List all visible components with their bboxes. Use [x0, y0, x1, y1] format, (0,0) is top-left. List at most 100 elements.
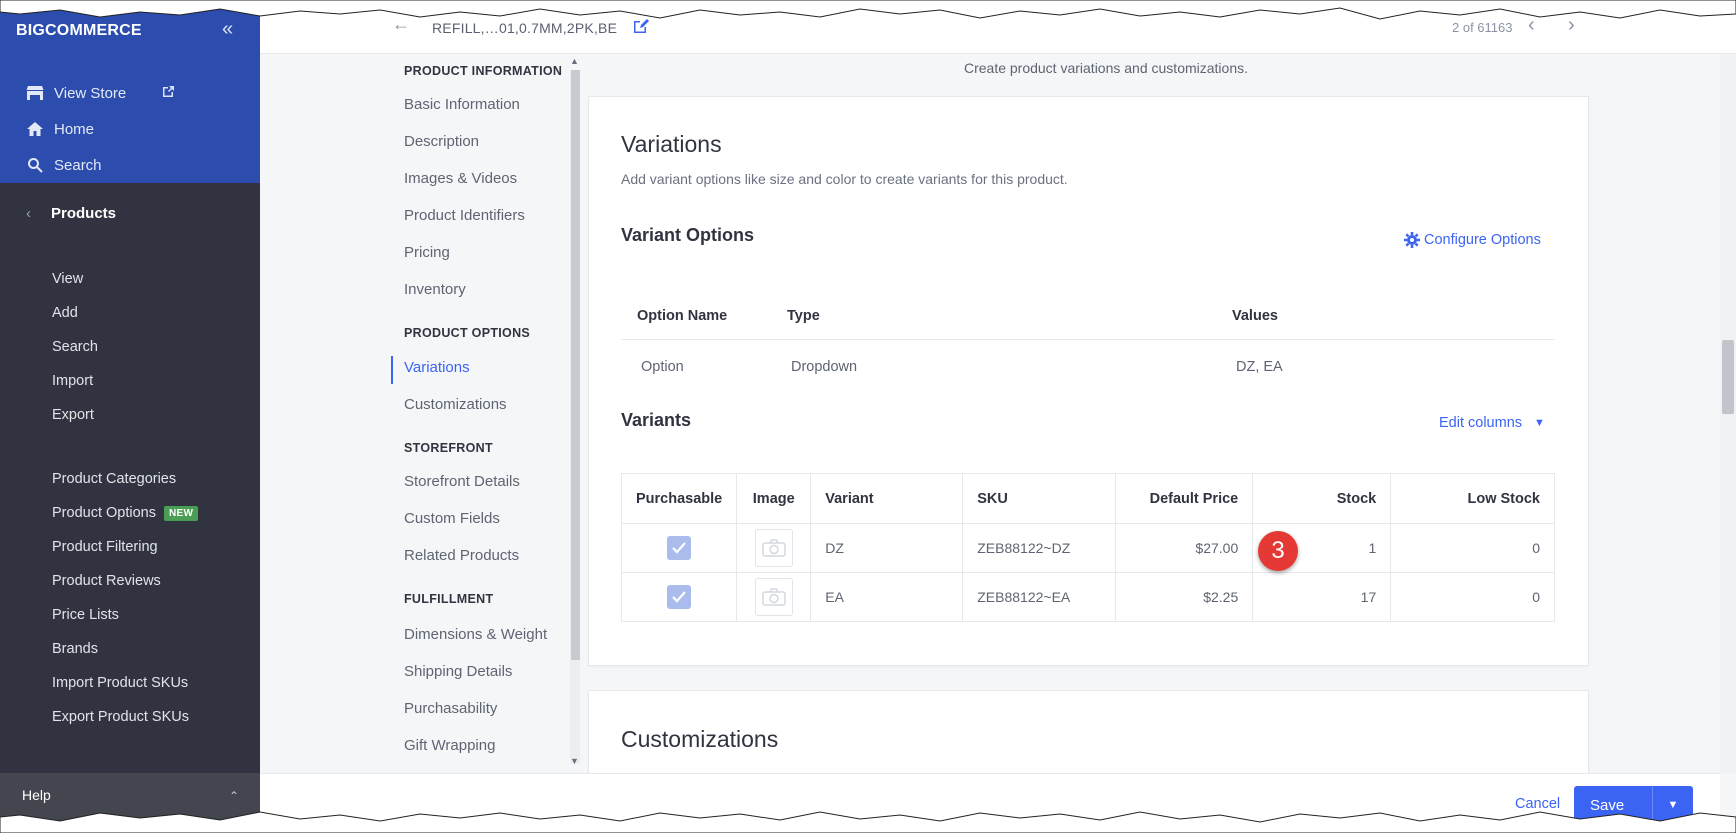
variants-title: Variants — [621, 410, 692, 430]
subnav-item-purchasability[interactable]: Purchasability — [404, 700, 497, 717]
previous-product-icon[interactable]: ‹ — [1528, 14, 1535, 37]
save-options-caret-icon[interactable]: ▼ — [1653, 786, 1693, 824]
subnav-item-storefront-details[interactable]: Storefront Details — [404, 473, 520, 490]
subnav-item-product-identifiers[interactable]: Product Identifiers — [404, 207, 525, 224]
page-intro: Create product variations and customizat… — [963, 60, 1249, 76]
sidebar-item-import[interactable]: Import — [52, 373, 93, 389]
sidebar-item-view[interactable]: View — [52, 271, 83, 287]
variant-cell: DZ — [810, 523, 964, 573]
sidebar-item-import-product-skus[interactable]: Import Product SKUs — [52, 675, 188, 691]
checkmark-icon — [672, 542, 686, 554]
sidebar-item-product-options[interactable]: Product Options NEW — [52, 505, 199, 521]
action-bar: Cancel Save ▼ — [260, 773, 1720, 833]
customizations-title: Customizations — [621, 726, 779, 752]
bigcommerce-logo: BIGCOMMERCE — [16, 22, 142, 39]
subnav-heading: FULFILLMENT — [404, 592, 494, 606]
search-icon — [24, 157, 46, 173]
column-header[interactable]: Default Price — [1115, 473, 1254, 524]
cancel-button[interactable]: Cancel — [1515, 796, 1560, 812]
storefront-icon — [24, 85, 46, 101]
image-placeholder[interactable] — [754, 529, 793, 567]
external-link-icon — [162, 85, 175, 101]
main-sidebar: BIGCOMMERCE « View Store Home Search ‹ P… — [0, 0, 260, 833]
column-header[interactable]: SKU — [962, 473, 1117, 524]
subnav-item-images-videos[interactable]: Images & Videos — [404, 170, 517, 187]
camera-icon — [762, 588, 786, 606]
sidebar-item-product-reviews[interactable]: Product Reviews — [52, 573, 161, 589]
subnav-scrollbar-thumb[interactable] — [571, 70, 580, 660]
subnav-item-variations[interactable]: Variations — [404, 359, 470, 376]
scroll-up-icon[interactable]: ▲ — [570, 56, 579, 66]
subnav-item-basic-information[interactable]: Basic Information — [404, 96, 520, 113]
purchasable-checkbox[interactable] — [667, 585, 692, 609]
camera-icon — [762, 539, 786, 557]
caret-down-icon: ▼ — [1534, 417, 1545, 429]
variants-table: Purchasable Image Variant SKU Default Pr… — [620, 473, 1555, 622]
scroll-down-icon[interactable]: ▼ — [570, 756, 579, 766]
chevron-up-icon[interactable]: ⌃ — [229, 789, 239, 803]
sidebar-item-product-categories[interactable]: Product Categories — [52, 471, 176, 487]
purchasable-checkbox[interactable] — [667, 536, 692, 560]
variant-options-title: Variant Options — [621, 225, 755, 245]
sidebar-item-export-product-skus[interactable]: Export Product SKUs — [52, 709, 189, 725]
option-type-cell: Dropdown — [791, 359, 858, 376]
next-product-icon[interactable]: › — [1568, 14, 1575, 37]
product-section-nav: PRODUCT INFORMATION Basic Information De… — [260, 54, 588, 773]
column-header[interactable]: Variant — [810, 473, 964, 524]
help-link[interactable]: Help — [22, 787, 51, 803]
page-scrollbar-thumb[interactable] — [1722, 340, 1734, 414]
column-header: Values — [1216, 293, 1555, 340]
subnav-item-gift-wrapping[interactable]: Gift Wrapping — [404, 737, 495, 754]
column-header[interactable]: Low Stock — [1390, 473, 1555, 524]
subnav-item-dimensions-weight[interactable]: Dimensions & Weight — [404, 626, 547, 643]
search-link[interactable]: Search — [24, 153, 102, 177]
gear-icon — [1404, 232, 1420, 248]
sidebar-item-search[interactable]: Search — [52, 339, 98, 355]
step-callout: 3 — [1258, 531, 1298, 571]
back-arrow-icon[interactable]: ← — [392, 14, 410, 35]
subnav-heading: STOREFRONT — [404, 441, 493, 455]
price-cell[interactable]: $27.00 — [1115, 523, 1254, 573]
new-badge: NEW — [163, 505, 199, 521]
subnav-item-customizations[interactable]: Customizations — [404, 396, 507, 413]
chevron-left-icon: ‹ — [26, 205, 31, 222]
sidebar-item-brands[interactable]: Brands — [52, 641, 98, 657]
column-header[interactable]: Purchasable — [620, 473, 738, 524]
configure-options-link[interactable]: Configure Options — [1404, 232, 1541, 248]
subnav-item-inventory[interactable]: Inventory — [404, 281, 466, 298]
low-stock-cell[interactable]: 0 — [1390, 523, 1555, 573]
sidebar-item-add[interactable]: Add — [52, 305, 78, 321]
sidebar-section-products[interactable]: ‹ Products — [26, 205, 116, 222]
sidebar-item-product-filtering[interactable]: Product Filtering — [52, 539, 158, 555]
subnav-item-pricing[interactable]: Pricing — [404, 244, 450, 261]
subnav-heading: PRODUCT INFORMATION — [404, 64, 563, 78]
collapse-sidebar-icon[interactable]: « — [222, 18, 233, 41]
table-row: DZ ZEB88122~DZ $27.00 1 0 — [620, 523, 1555, 573]
edit-columns-link[interactable]: Edit columns ▼ — [1439, 415, 1545, 431]
subnav-item-description[interactable]: Description — [404, 133, 479, 150]
image-placeholder[interactable] — [754, 578, 793, 616]
sidebar-item-export[interactable]: Export — [52, 407, 94, 423]
variations-subtitle: Add variant options like size and color … — [621, 171, 1068, 187]
column-header: Option Name — [621, 293, 771, 340]
stock-cell[interactable]: 17 — [1252, 572, 1392, 622]
checkmark-icon — [672, 591, 686, 603]
variant-options-table: Option Name Type Values Option Dropdown … — [621, 293, 1555, 395]
column-header: Type — [771, 293, 1216, 340]
home-link[interactable]: Home — [24, 117, 94, 141]
subnav-item-shipping-details[interactable]: Shipping Details — [404, 663, 512, 680]
sidebar-item-price-lists[interactable]: Price Lists — [52, 607, 119, 623]
pager-count: 2 of 61163 — [1452, 20, 1513, 35]
table-row: EA ZEB88122~EA $2.25 17 0 — [620, 572, 1555, 622]
view-store-link[interactable]: View Store — [24, 81, 175, 105]
subnav-item-custom-fields[interactable]: Custom Fields — [404, 510, 500, 527]
low-stock-cell[interactable]: 0 — [1390, 572, 1555, 622]
edit-icon[interactable] — [632, 18, 649, 35]
subnav-item-related-products[interactable]: Related Products — [404, 547, 519, 564]
column-header[interactable]: Stock — [1252, 473, 1392, 524]
price-cell[interactable]: $2.25 — [1115, 572, 1254, 622]
subnav-heading: PRODUCT OPTIONS — [404, 326, 531, 340]
home-icon — [24, 121, 46, 137]
sku-cell: ZEB88122~EA — [962, 572, 1117, 622]
sidebar-footer: Help ⌃ — [0, 773, 260, 833]
